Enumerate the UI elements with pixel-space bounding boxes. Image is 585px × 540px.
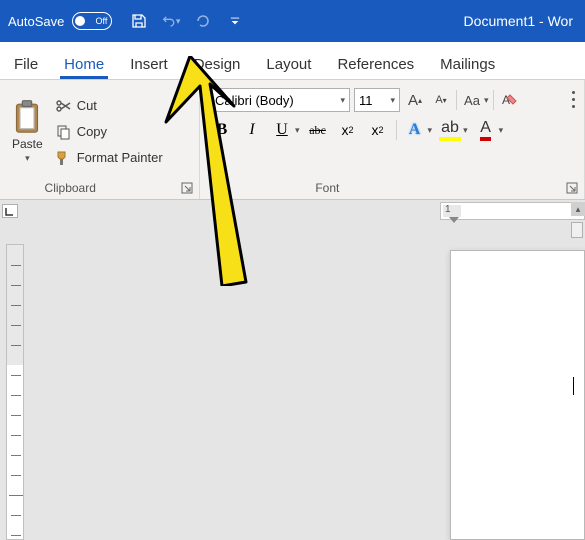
clear-formatting-icon: A xyxy=(500,91,518,109)
subscript-button[interactable]: x2 xyxy=(336,118,360,142)
italic-button[interactable]: I xyxy=(240,118,264,142)
paintbrush-icon xyxy=(55,150,71,166)
ruler-number: 1 xyxy=(445,204,451,215)
font-size-value: 11 xyxy=(359,93,373,108)
cut-label: Cut xyxy=(77,98,97,113)
toggle-knob xyxy=(75,16,85,26)
change-case-button[interactable]: Aa ▾ xyxy=(461,89,489,111)
vertical-ruler[interactable] xyxy=(6,244,24,540)
document-title: Document1 - Wor xyxy=(464,13,577,29)
text-effects-label: A xyxy=(403,118,427,142)
chevron-down-icon: ▾ xyxy=(463,125,468,136)
autosave-control[interactable]: AutoSave Off xyxy=(8,12,112,30)
autosave-label: AutoSave xyxy=(8,14,64,29)
text-cursor xyxy=(573,377,574,395)
tab-insert[interactable]: Insert xyxy=(126,48,172,79)
tab-selector-icon xyxy=(3,206,15,218)
chevron-down-icon: ▾ xyxy=(295,125,300,136)
group-label-font: Font xyxy=(315,181,339,195)
shrink-font-button[interactable]: A▾ xyxy=(430,89,452,111)
highlight-label: ab xyxy=(438,118,462,142)
scroll-up-button[interactable]: ▴ xyxy=(571,202,585,216)
underline-button[interactable]: U ▾ xyxy=(270,118,300,142)
paste-label: Paste xyxy=(12,137,43,151)
format-painter-button[interactable]: Format Painter xyxy=(53,148,165,168)
superscript-button[interactable]: x2 xyxy=(366,118,390,142)
chevron-down-icon: ▾ xyxy=(340,95,345,106)
group-label-clipboard: Clipboard xyxy=(45,181,96,195)
copy-button[interactable]: Copy xyxy=(53,122,165,142)
undo-icon[interactable]: ▾ xyxy=(162,12,180,30)
ribbon: Paste ▾ Cut Copy Format Painter Clipbo xyxy=(0,80,585,200)
font-color-button[interactable]: A ▾ xyxy=(474,118,504,142)
paste-button[interactable]: Paste ▾ xyxy=(6,84,49,179)
grow-font-button[interactable]: A▴ xyxy=(404,89,426,111)
tab-mailings[interactable]: Mailings xyxy=(436,48,499,79)
clear-formatting-button[interactable]: A xyxy=(498,89,520,111)
chevron-down-icon: ▾ xyxy=(484,95,489,106)
paste-icon xyxy=(13,99,41,135)
font-name-select[interactable]: Calibri (Body) ▾ xyxy=(210,88,350,112)
document-area: 1 ▴ xyxy=(0,200,585,540)
title-bar: AutoSave Off ▾ Document1 - Wor xyxy=(0,0,585,42)
strikethrough-button[interactable]: abc xyxy=(306,118,330,142)
tab-design[interactable]: Design xyxy=(190,48,245,79)
tab-selector[interactable] xyxy=(2,204,18,218)
change-case-label: Aa xyxy=(461,89,483,111)
indent-marker-icon[interactable] xyxy=(449,217,459,223)
text-effects-button[interactable]: A ▾ xyxy=(403,118,433,142)
customize-qat-icon[interactable] xyxy=(226,12,244,30)
font-color-label: A xyxy=(474,118,498,142)
bullets-button-edge[interactable] xyxy=(571,88,585,110)
copy-icon xyxy=(55,124,71,140)
tab-references[interactable]: References xyxy=(333,48,418,79)
tab-home[interactable]: Home xyxy=(60,48,108,79)
autosave-state: Off xyxy=(96,16,108,26)
group-font: Calibri (Body) ▾ 11 ▾ A▴ A▾ Aa ▾ A xyxy=(200,80,585,199)
autosave-toggle[interactable]: Off xyxy=(72,12,112,30)
redo-icon[interactable] xyxy=(194,12,212,30)
tab-file[interactable]: File xyxy=(10,48,42,79)
font-name-value: Calibri (Body) xyxy=(215,93,294,108)
horizontal-ruler[interactable]: 1 xyxy=(440,202,585,220)
chevron-down-icon: ▾ xyxy=(499,125,504,136)
margin-widget[interactable] xyxy=(571,222,583,238)
save-icon[interactable] xyxy=(130,12,148,30)
chevron-down-icon: ▾ xyxy=(390,95,395,106)
underline-label: U xyxy=(270,118,294,142)
quick-access-toolbar: ▾ xyxy=(130,12,244,30)
document-page[interactable] xyxy=(450,250,585,540)
group-clipboard: Paste ▾ Cut Copy Format Painter Clipbo xyxy=(0,80,200,199)
copy-label: Copy xyxy=(77,124,107,139)
tab-layout[interactable]: Layout xyxy=(262,48,315,79)
dialog-launcher-icon[interactable] xyxy=(566,182,578,194)
scissors-icon xyxy=(55,98,71,114)
chevron-down-icon: ▾ xyxy=(25,153,30,164)
format-painter-label: Format Painter xyxy=(77,150,163,165)
bold-button[interactable]: B xyxy=(210,118,234,142)
highlight-button[interactable]: ab ▾ xyxy=(438,118,468,142)
cut-button[interactable]: Cut xyxy=(53,96,165,116)
ribbon-tabs: File Home Insert Design Layout Reference… xyxy=(0,42,585,80)
chevron-down-icon: ▾ xyxy=(428,125,433,136)
font-size-select[interactable]: 11 ▾ xyxy=(354,88,400,112)
dialog-launcher-icon[interactable] xyxy=(181,182,193,194)
